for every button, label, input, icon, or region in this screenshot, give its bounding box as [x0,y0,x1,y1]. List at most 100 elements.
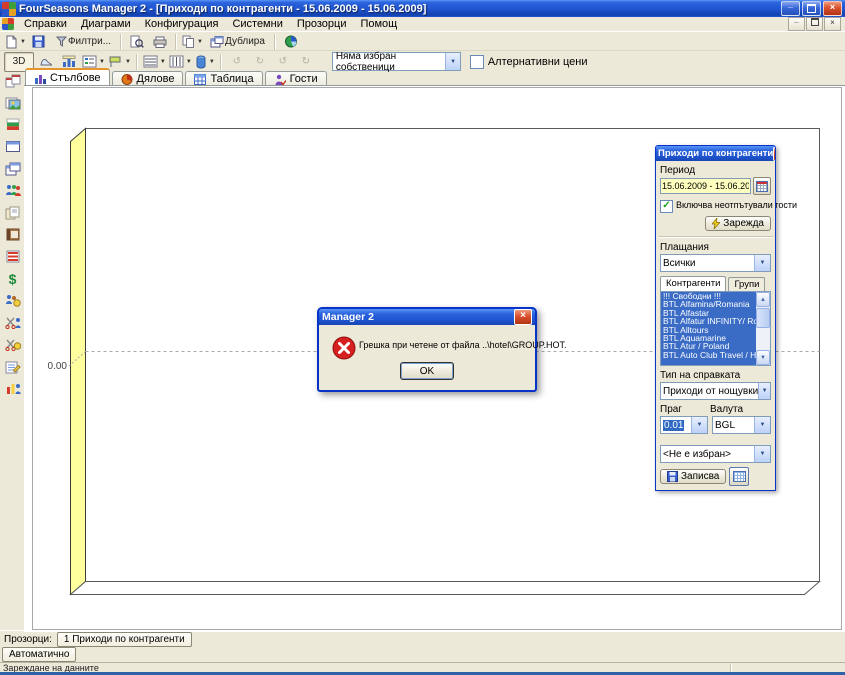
tab-groups[interactable]: Групи [728,277,765,291]
ledger-icon[interactable] [2,247,24,266]
panel-title-bar[interactable]: Приходи по контрагенти × [656,146,775,161]
print-button[interactable] [149,32,171,52]
combo-arrow-icon: ▼ [754,417,770,433]
photo-icon[interactable] [2,93,24,112]
scroll-thumb[interactable] [756,308,770,328]
menu-spravki[interactable]: Справки [17,17,74,31]
cylinder-icon [195,55,207,69]
currency-combobox[interactable]: BGL ▼ [712,416,771,434]
bulgaria-flag-icon[interactable] [2,115,24,134]
spin-right-button[interactable]: ↻ [295,52,317,72]
save-button[interactable] [28,32,50,52]
menu-konfiguracia[interactable]: Конфигурация [138,17,226,31]
combo-arrow-icon: ▼ [754,446,770,462]
save-report-button[interactable]: Записва [660,469,726,484]
pie-chart-icon [121,74,133,85]
dropdown-arrow-icon: ▼ [20,39,26,45]
tab-guests[interactable]: Гости [265,71,327,86]
dialog-title-bar[interactable]: Manager 2 × [319,309,535,325]
list-item[interactable]: BTL Alfatur INFINITY/ Romani [661,317,756,325]
list-item[interactable]: BTL Auto Club Travel / Hunga [661,351,756,359]
spin-left-button[interactable]: ↺ [272,52,294,72]
calendar-pair-icon[interactable] [2,71,24,90]
template-combobox[interactable]: <Не е избран> ▼ [660,445,771,463]
menu-pomosht[interactable]: Помощ [353,17,404,31]
include-guests-checkbox[interactable]: ✓ Включва неотпътували гости [660,200,771,213]
table-icon [194,74,206,85]
dialog-close-button[interactable]: × [514,309,532,325]
scroll-down-icon[interactable]: ▼ [756,350,770,365]
cut-payment-icon[interactable] [2,335,24,354]
print-preview-button[interactable] [126,32,148,52]
rotate-right-button[interactable]: ↻ [249,52,271,72]
ok-button[interactable]: OK [400,362,454,380]
error-message: Грешка при четене от файла ..\hotel\GROU… [359,340,531,350]
calendar-button[interactable] [753,177,771,195]
guests-group-icon[interactable] [2,181,24,200]
print-preview-icon [130,35,144,48]
list-scrollbar[interactable]: ▲ ▼ [756,292,770,365]
auto-button[interactable]: Автоматично [2,647,76,662]
mdi-minimize-button[interactable]: _ [788,17,805,31]
labels-button[interactable]: ▼ [107,52,132,72]
form-edit-icon[interactable] [2,357,24,376]
rotate-left-button[interactable]: ↺ [226,52,248,72]
table-view-button[interactable] [729,467,749,486]
list-item-partial[interactable] [661,359,756,365]
alternative-prices-checkbox[interactable]: Алтернативни цени [470,55,588,69]
scroll-track[interactable] [756,329,770,350]
panel-close-button[interactable]: × [773,147,775,161]
duplicate-window-icon [210,36,224,48]
filter-button[interactable]: Филтри... [51,32,116,52]
tab-columns[interactable]: Стълбове [25,68,110,86]
new-report-button[interactable]: ▼ [4,32,27,52]
documents-icon[interactable] [2,203,24,222]
group-payment-icon[interactable] [2,291,24,310]
zero-axis-label: 0.00 [48,361,68,372]
period-input[interactable] [660,178,751,194]
menu-diagrami[interactable]: Диаграми [74,17,138,31]
dollar-icon[interactable]: $ [2,269,24,288]
owners-combobox[interactable]: Няма избран собственици ▼ [332,52,461,71]
menu-prozorci[interactable]: Прозорци [290,17,354,31]
close-button[interactable]: × [823,1,842,16]
list-item[interactable]: BTL Aquamarine [661,334,756,342]
window-copy-icon[interactable] [2,159,24,178]
copy-button[interactable]: ▼ [181,32,204,52]
toolbar-main: ▼ Филтри... ▼ Дублира [0,31,845,51]
window-tab-button[interactable]: 1 Приходи по контрагенти [57,632,192,647]
combo-arrow-icon: ▼ [758,383,770,399]
cut-guest-icon[interactable] [2,313,24,332]
list-item[interactable]: BTL Alfamina/Romania [661,300,756,308]
guest-stats-icon[interactable] [2,379,24,398]
chart-button[interactable] [280,32,302,52]
list-item[interactable]: BTL Alfastar [661,309,756,317]
horizontal-grid-button[interactable]: ▼ [142,52,167,72]
tab-table[interactable]: Таблица [185,71,262,86]
window-icon[interactable] [2,137,24,156]
tab-contractors[interactable]: Контрагенти [660,276,726,291]
tab-shares[interactable]: Дялове [112,71,184,86]
chart-floor [71,582,820,595]
menu-sistemni[interactable]: Системни [225,17,289,31]
vertical-grid-button[interactable]: ▼ [168,52,193,72]
minimize-button[interactable]: _ [781,1,800,16]
app-icon [2,2,16,16]
duplicate-button[interactable]: Дублира [205,32,270,52]
depth-button[interactable]: ▼ [194,52,216,72]
restore-button[interactable] [802,1,821,16]
application-window: FourSeasons Manager 2 - [Приходи по конт… [0,0,845,675]
report-type-combobox[interactable]: Приходи от нощувки ▼ [660,382,771,400]
book-icon[interactable] [2,225,24,244]
windows-label: Прозорци: [4,634,52,645]
payments-combobox[interactable]: Всички ▼ [660,254,771,272]
list-item[interactable]: BTL Atur / Poland [661,342,756,350]
list-item[interactable]: BTL Alltours [661,326,756,334]
threshold-combobox[interactable]: 0.01 ▼ [660,416,708,434]
list-item[interactable]: !!! Свободни !!! [661,292,756,300]
scroll-up-icon[interactable]: ▲ [756,292,770,307]
load-button[interactable]: Зарежда [705,216,771,231]
mdi-close-icon: × [830,18,835,27]
mdi-restore-button[interactable] [806,17,823,31]
mdi-close-button[interactable]: × [824,17,841,31]
